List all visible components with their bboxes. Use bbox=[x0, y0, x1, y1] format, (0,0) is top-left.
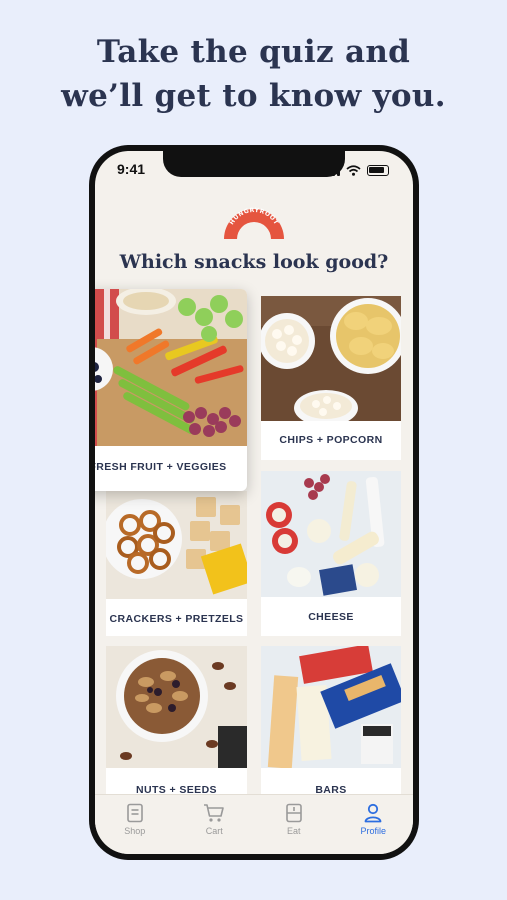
headline-line-1: Take the quiz and bbox=[96, 34, 411, 70]
tab-profile[interactable]: Profile bbox=[334, 795, 414, 854]
headline: Take the quiz and we’ll get to know you. bbox=[0, 30, 507, 118]
option-fresh-fruit-veggies[interactable]: FRESH FRUIT + VEGGIES bbox=[95, 289, 247, 491]
option-nuts-seeds[interactable]: NUTS + SEEDS bbox=[106, 646, 247, 806]
tab-shop[interactable]: Shop bbox=[95, 795, 175, 854]
fruit-veggies-photo bbox=[95, 289, 247, 446]
tab-label: Cart bbox=[205, 826, 223, 836]
crackers-pretzels-photo bbox=[106, 491, 247, 599]
tab-label: Eat bbox=[286, 826, 301, 836]
profile-icon bbox=[364, 803, 382, 823]
option-label: CRACKERS + PRETZELS bbox=[109, 613, 244, 625]
headline-line-2: we’ll get to know you. bbox=[61, 78, 446, 114]
tab-label: Profile bbox=[360, 826, 386, 836]
cheese-photo bbox=[261, 471, 401, 597]
cart-icon bbox=[204, 804, 225, 822]
hungryroot-logo: HUNGRYROOT bbox=[224, 207, 284, 239]
tab-eat[interactable]: Eat bbox=[254, 795, 334, 854]
phone-notch bbox=[163, 151, 345, 177]
phone-screen: 9:41 HUNGRYROOT Which snacks look good? … bbox=[95, 151, 413, 854]
bars-photo bbox=[261, 646, 401, 768]
tab-label: Shop bbox=[124, 826, 146, 836]
option-chips-popcorn[interactable]: CHIPS + POPCORN bbox=[261, 296, 401, 460]
eat-icon bbox=[285, 803, 302, 823]
quiz-question: Which snacks look good? bbox=[119, 251, 389, 273]
battery-icon bbox=[367, 165, 389, 176]
option-label: CHIPS + POPCORN bbox=[279, 434, 383, 446]
option-label: CHEESE bbox=[308, 611, 354, 623]
bottom-tab-bar: Shop Cart Eat Profile bbox=[95, 794, 413, 854]
option-cheese[interactable]: CHEESE bbox=[261, 471, 401, 636]
wifi-icon bbox=[346, 165, 361, 176]
option-bars[interactable]: BARS bbox=[261, 646, 401, 806]
option-label: FRESH FRUIT + VEGGIES bbox=[95, 461, 227, 473]
option-crackers-pretzels[interactable]: CRACKERS + PRETZELS bbox=[106, 491, 247, 636]
nuts-seeds-photo bbox=[106, 646, 247, 768]
tab-cart[interactable]: Cart bbox=[175, 795, 255, 854]
shop-icon bbox=[126, 803, 143, 823]
phone-frame: 9:41 HUNGRYROOT Which snacks look good? … bbox=[89, 145, 419, 860]
chips-popcorn-photo bbox=[261, 296, 401, 421]
status-time: 9:41 bbox=[117, 161, 146, 177]
